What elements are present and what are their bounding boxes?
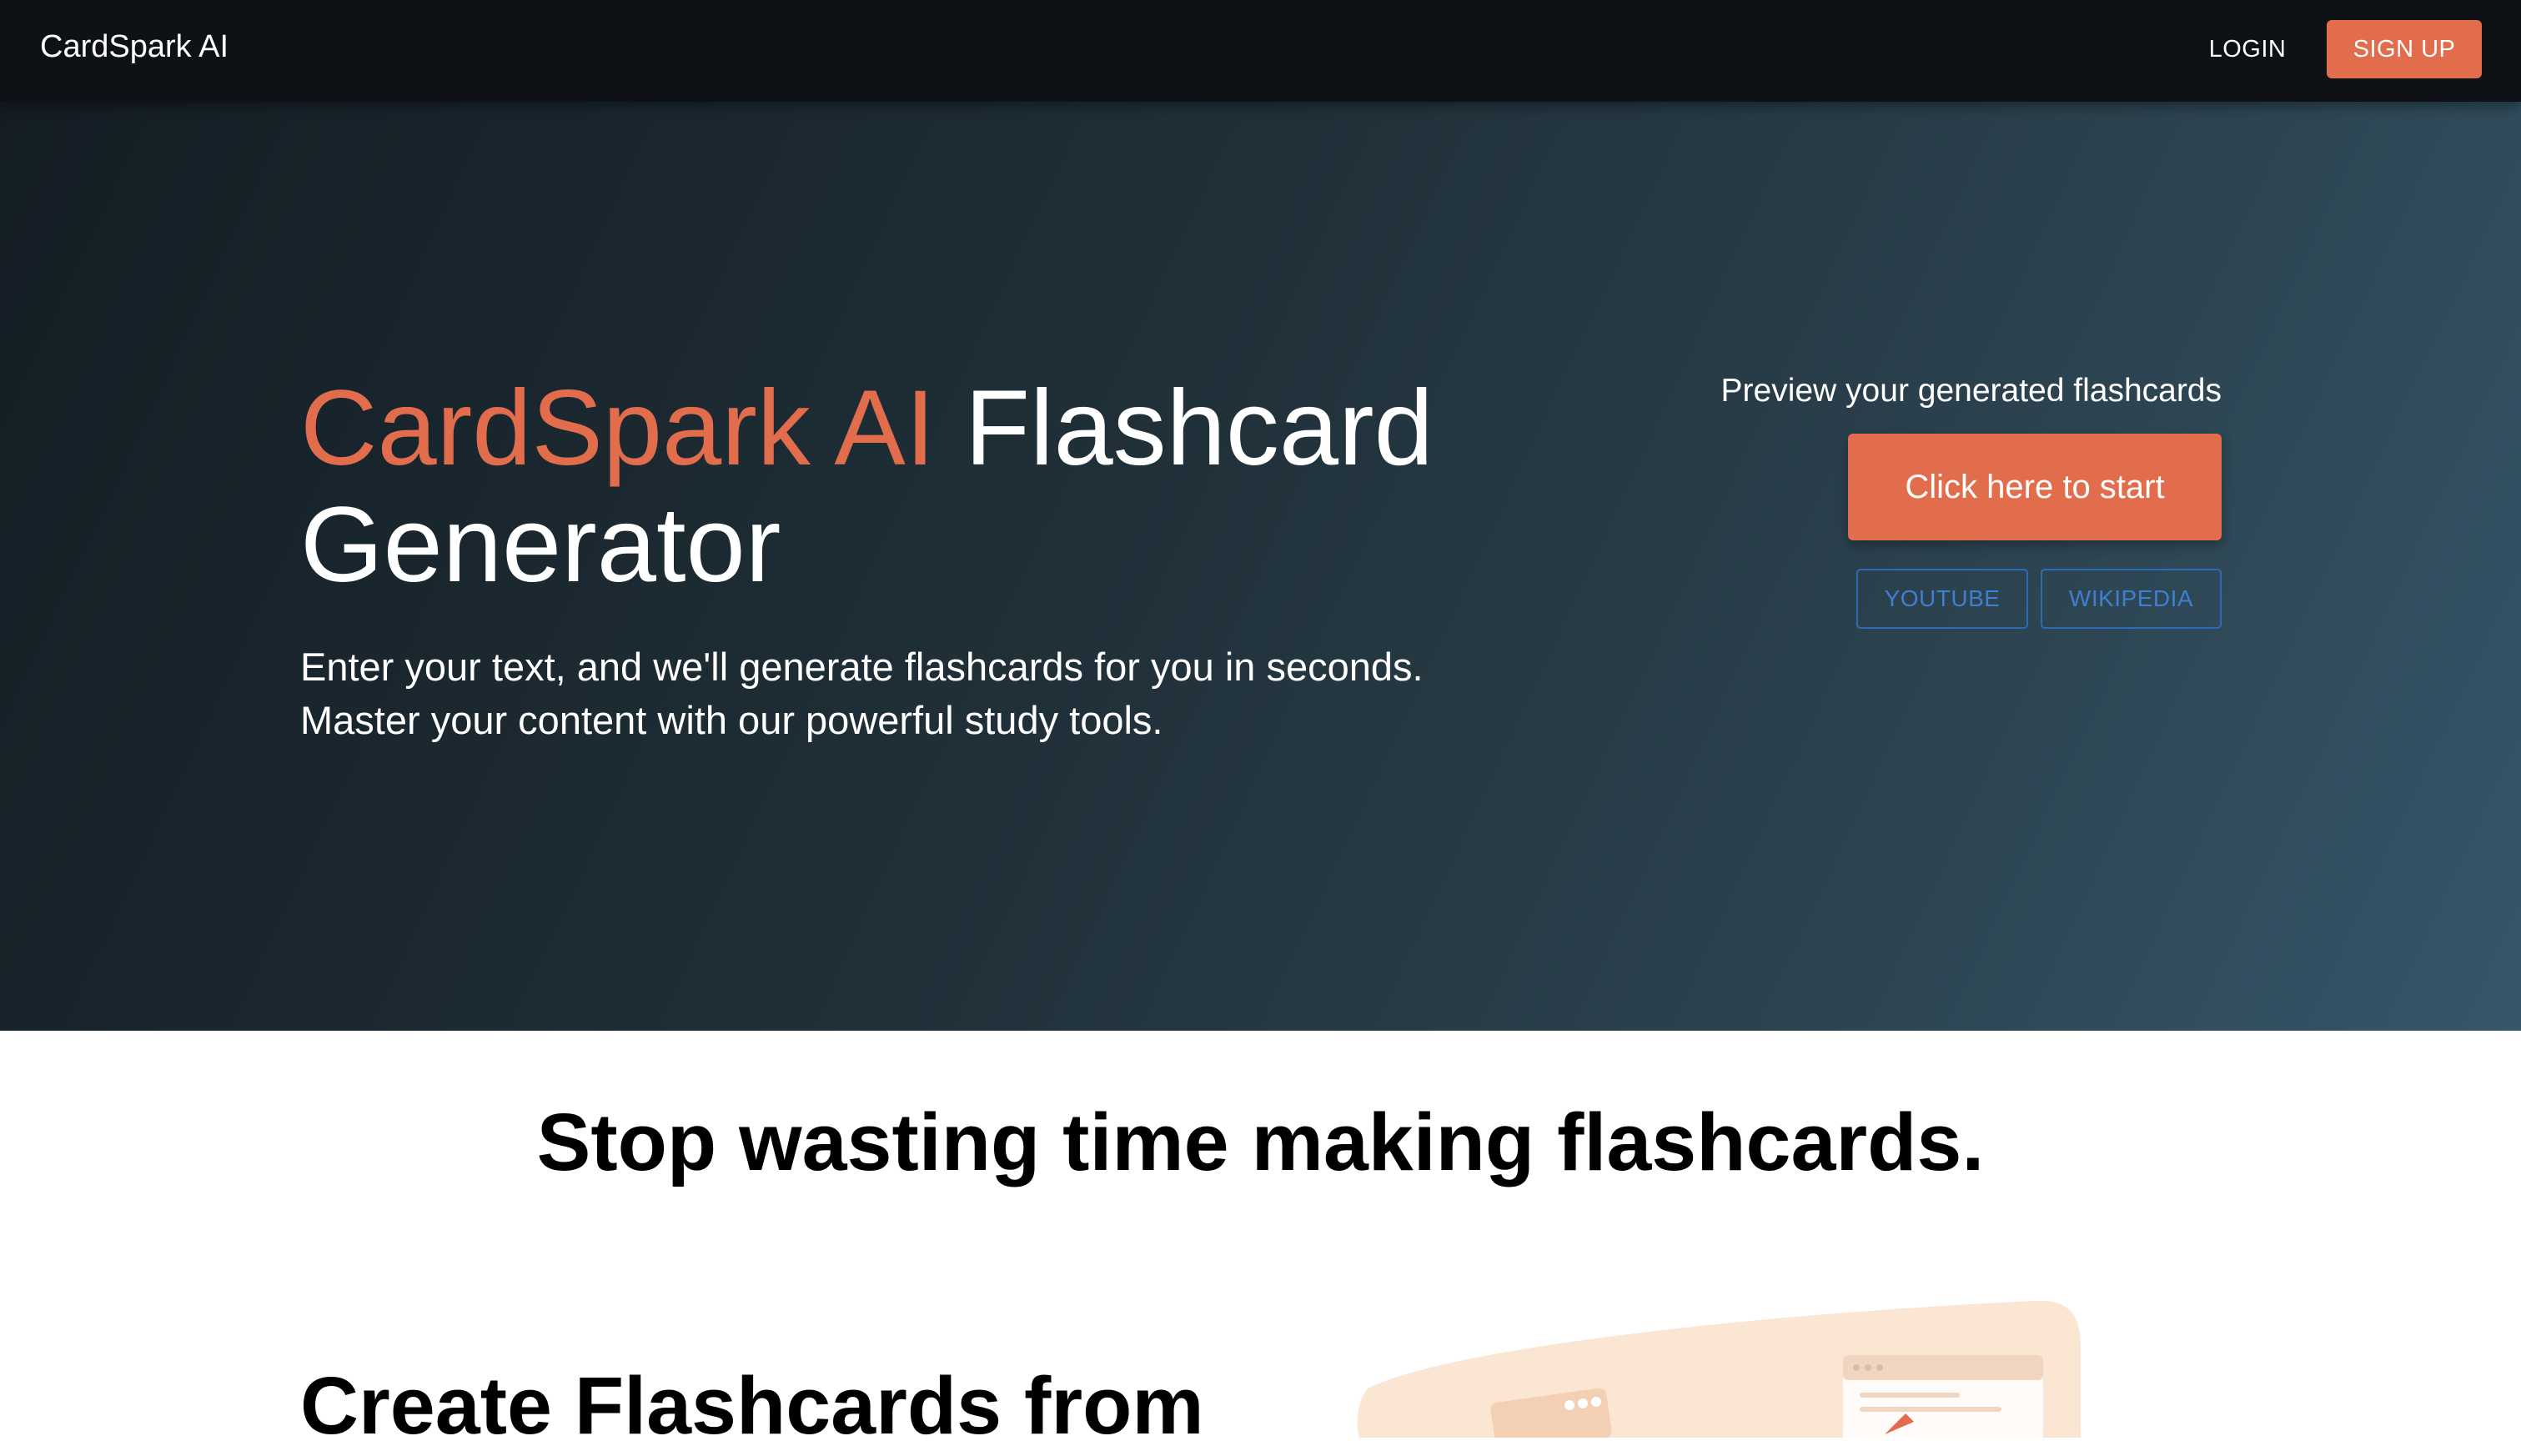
top-navbar: CardSpark AI LOGIN SIGN UP (0, 0, 2521, 102)
hero-title-accent: CardSpark AI (300, 369, 936, 488)
hero-subtitle: Enter your text, and we'll generate flas… (300, 645, 1424, 742)
section-tagline: Stop wasting time making flashcards. (536, 1097, 1985, 1187)
hero-section: CardSpark AI Flashcard Generator Enter y… (0, 102, 2521, 1031)
signup-button[interactable]: SIGN UP (2327, 20, 2482, 78)
youtube-source-button[interactable]: YOUTUBE (1856, 569, 2028, 629)
illustration-card-right (1843, 1355, 2043, 1438)
start-button[interactable]: Click here to start (1848, 434, 2222, 540)
wikipedia-source-button[interactable]: WIKIPEDIA (2041, 569, 2222, 629)
preview-label: Preview your generated flashcards (1720, 373, 2222, 409)
hero-title: CardSpark AI Flashcard Generator (300, 370, 1451, 604)
login-button[interactable]: LOGIN (2192, 20, 2303, 78)
feature-title: Create Flashcards from (300, 1360, 1204, 1451)
brand-logo-text[interactable]: CardSpark AI (40, 25, 228, 68)
flashcards-illustration (1357, 1300, 2081, 1438)
